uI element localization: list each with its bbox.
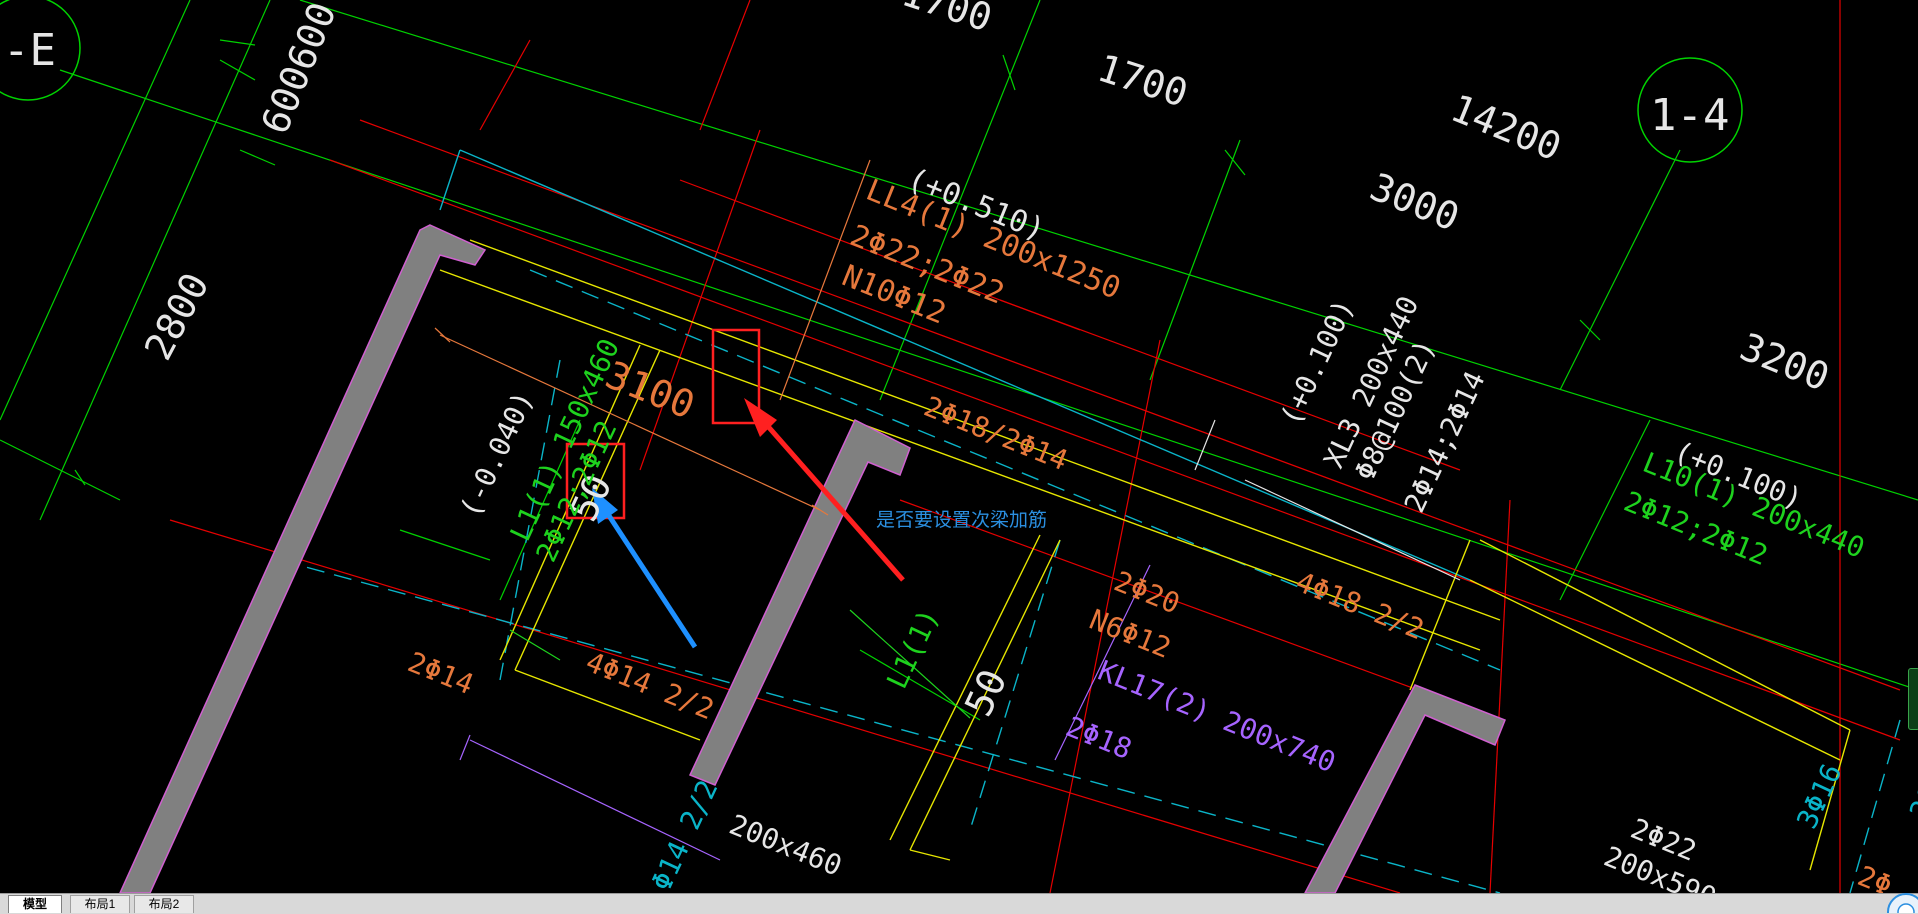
beam-l10-labels: (+0.100) L10(1) 200x440 2Φ12;2Φ12 xyxy=(1619,435,1869,573)
navigation-wheel-icon[interactable] xyxy=(1876,884,1918,913)
dim-3200: 3200 xyxy=(1734,325,1835,400)
dim-1700-top: 1700 xyxy=(897,0,998,40)
beam-xl3-labels: (+0.100) XL3 200x440 Φ8@100(2) 2Φ14;2Φ14 xyxy=(1274,291,1492,518)
dim-1700: 1700 xyxy=(1092,46,1193,116)
dim-600600: 600600 xyxy=(253,0,345,140)
cad-drawing[interactable]: -E 1-4 1700 1700 14200 3000 3200 2800 60… xyxy=(0,0,1918,893)
annotation-text: 是否要设置次梁加筋 xyxy=(876,509,1048,531)
rebar-note-5: L1(1) xyxy=(880,603,946,693)
dim-3000: 3000 xyxy=(1364,165,1465,240)
rebar-note-1: 2Φ18/2Φ14 xyxy=(919,390,1072,477)
dim-2800: 2800 xyxy=(136,266,218,367)
axis-label-left: -E xyxy=(3,25,56,76)
layout-tab-bar: 模型 布局1 布局2 xyxy=(0,893,1918,914)
cad-drawing-canvas[interactable]: -E 1-4 1700 1700 14200 3000 3200 2800 60… xyxy=(0,0,1918,893)
navigation-scroll-handle[interactable] xyxy=(1908,668,1918,730)
beam-l1-labels: (-0.040) L1(1) 150x460 2Φ12;2Φ12 xyxy=(453,334,626,567)
rebar-note-7: Φ14 2/2 xyxy=(645,775,725,893)
kl17-name: KL17(2) 200x740 xyxy=(1093,654,1340,779)
rebar-note-2: 4Φ18 2/2 xyxy=(1291,565,1428,646)
tab-layout1[interactable]: 布局1 xyxy=(70,895,130,913)
beam-ll4-labels: (+0.510) LL4(1) 200x1250 2Φ22;2Φ22 N10Φ1… xyxy=(837,161,1125,331)
tab-model[interactable]: 模型 xyxy=(8,895,62,913)
walls-columns xyxy=(119,224,1506,893)
tab-layout2[interactable]: 布局2 xyxy=(134,895,194,913)
axis-label-right: 1-4 xyxy=(1650,90,1729,141)
dim-14200: 14200 xyxy=(1445,86,1568,170)
rebar-note-4: 2Φ14 xyxy=(403,645,478,701)
rebar-note-6: 200x460 xyxy=(725,808,847,883)
rebar-note-3: 4Φ14 2/2 xyxy=(581,645,718,726)
kl17-bottom-rebar: 2Φ18 xyxy=(1061,710,1136,766)
beam-outlines xyxy=(439,239,1851,871)
